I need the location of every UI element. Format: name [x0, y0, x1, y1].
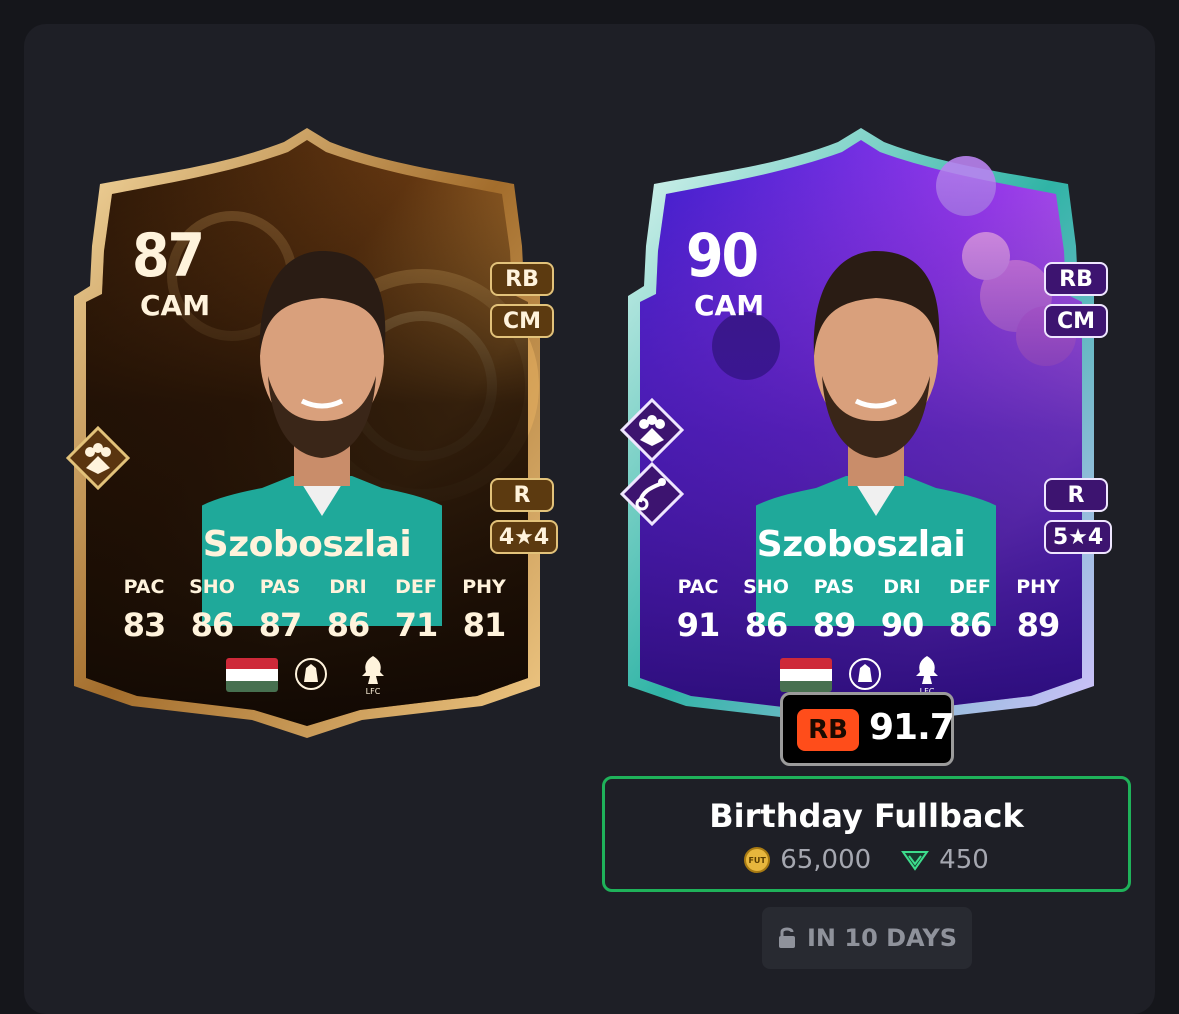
- stat-label: DEF: [949, 576, 991, 598]
- liverpool-fc-logo: LFC: [916, 656, 938, 696]
- preferred-foot: R: [490, 478, 554, 512]
- stat-value: 89: [1016, 606, 1061, 644]
- stat-values: 91 86 89 90 86 89: [668, 606, 1068, 644]
- stat-label: PAS: [813, 576, 855, 598]
- hungary-flag: [226, 658, 278, 692]
- liverpool-fc-logo: LFC: [362, 656, 384, 696]
- objective-card[interactable]: Birthday Fullback FUT 65,000 450: [602, 776, 1131, 892]
- stat-label: DRI: [883, 576, 921, 598]
- stat-label: PHY: [462, 576, 506, 598]
- position-rating-value: 91.7: [869, 707, 955, 748]
- unlock-timer-button[interactable]: IN 10 DAYS: [762, 907, 972, 969]
- alt-position-rb: RB: [490, 262, 554, 296]
- stat-value: 86: [190, 606, 235, 644]
- stat-labels: PAC SHO PAS DRI DEF PHY: [668, 576, 1068, 598]
- stat-value: 81: [462, 606, 507, 644]
- alt-position-cm: CM: [1044, 304, 1108, 338]
- points-cost: 450: [939, 845, 989, 875]
- position-rating-badge: RB 91.7: [780, 692, 955, 766]
- stat-value: 71: [394, 606, 439, 644]
- player-name: Szoboszlai: [202, 524, 412, 565]
- coin-cost: 65,000: [780, 845, 872, 875]
- stat-label: PAC: [123, 576, 165, 598]
- stat-value: 86: [948, 606, 993, 644]
- stat-label: SHO: [189, 576, 235, 598]
- fc-points-icon: [901, 851, 930, 871]
- stat-label: SHO: [743, 576, 789, 598]
- hungary-flag: [780, 658, 832, 692]
- stat-label: PAS: [259, 576, 301, 598]
- unlock-timer-label: IN 10 DAYS: [807, 924, 957, 952]
- stat-value: 83: [122, 606, 167, 644]
- stat-label: DRI: [329, 576, 367, 598]
- stat-label: DEF: [395, 576, 437, 598]
- preferred-foot: R: [1044, 478, 1108, 512]
- coin-icon: FUT: [744, 847, 771, 873]
- premier-league-logo: [849, 658, 881, 690]
- stat-value: 91: [676, 606, 721, 644]
- stat-labels: PAC SHO PAS DRI DEF PHY: [114, 576, 514, 598]
- card-rating: 87: [132, 221, 205, 291]
- team-player-playstyle-icon: [66, 426, 130, 490]
- objective-costs: FUT 65,000 450: [605, 845, 1128, 875]
- whipped-pass-playstyle-icon: [620, 462, 684, 526]
- objective-title: Birthday Fullback: [709, 797, 1024, 835]
- premier-league-logo: [295, 658, 327, 690]
- stat-value: 87: [258, 606, 303, 644]
- stat-value: 86: [744, 606, 789, 644]
- stat-label: PAC: [677, 576, 719, 598]
- stat-value: 89: [812, 606, 857, 644]
- stat-values: 83 86 87 86 71 81: [114, 606, 514, 644]
- position-rating-tag: RB: [797, 709, 859, 751]
- stat-value: 86: [326, 606, 371, 644]
- player-card-base[interactable]: 87 CAM RB CM R 4★4 Szoboszlai PAC SHO PA…: [62, 126, 558, 742]
- card-position: CAM: [694, 289, 765, 322]
- player-card-birthday[interactable]: 90 CAM RB CM R 5★4 Szoboszlai PAC SHO PA…: [616, 126, 1112, 742]
- card-position: CAM: [140, 289, 211, 322]
- club-text: LFC: [366, 687, 381, 696]
- team-player-playstyle-icon: [620, 398, 684, 462]
- lock-icon: [779, 927, 795, 948]
- alt-position-rb: RB: [1044, 262, 1108, 296]
- stat-label: PHY: [1016, 576, 1060, 598]
- card-rating: 90: [686, 221, 759, 291]
- player-name: Szoboszlai: [756, 524, 966, 565]
- alt-position-cm: CM: [490, 304, 554, 338]
- stat-value: 90: [880, 606, 925, 644]
